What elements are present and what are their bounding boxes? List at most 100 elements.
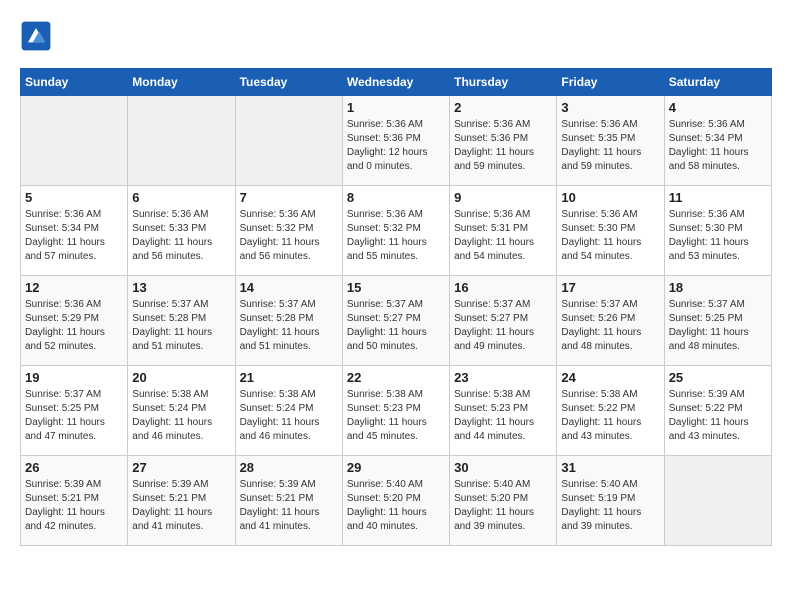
calendar-cell: [664, 456, 771, 546]
day-info: Sunrise: 5:37 AM Sunset: 5:27 PM Dayligh…: [347, 298, 445, 354]
calendar-cell: 8Sunrise: 5:36 AM Sunset: 5:32 PM Daylig…: [342, 186, 449, 276]
day-info: Sunrise: 5:38 AM Sunset: 5:24 PM Dayligh…: [240, 388, 338, 444]
day-info: Sunrise: 5:36 AM Sunset: 5:33 PM Dayligh…: [132, 208, 230, 264]
calendar-cell: 31 Sunrise: 5:40 AM Sunset: 5:19 PM Dayli…: [557, 456, 664, 546]
day-number: 18: [669, 280, 767, 295]
day-info: Sunrise: 5:38 AM Sunset: 5:23 PM Dayligh…: [454, 388, 552, 444]
calendar-cell: 2Sunrise: 5:36 AM Sunset: 5:36 PM Daylig…: [450, 96, 557, 186]
calendar-cell: [21, 96, 128, 186]
calendar-cell: 28 Sunrise: 5:39 AM Sunset: 5:21 PM Dayli…: [235, 456, 342, 546]
header-saturday: Saturday: [664, 69, 771, 96]
day-number: 11: [669, 190, 767, 205]
calendar-cell: 3 Sunrise: 5:36 AM Sunset: 5:35 PM Daylig…: [557, 96, 664, 186]
day-number: 8: [347, 190, 445, 205]
day-info: Sunrise: 5:37 AM Sunset: 5:28 PM Dayligh…: [240, 298, 338, 354]
header-wednesday: Wednesday: [342, 69, 449, 96]
day-info: Sunrise: 5:36 AM Sunset: 5:30 PM Dayligh…: [669, 208, 767, 264]
calendar-cell: 17 Sunrise: 5:37 AM Sunset: 5:26 PM Dayli…: [557, 276, 664, 366]
calendar-cell: [128, 96, 235, 186]
header-thursday: Thursday: [450, 69, 557, 96]
day-number: 7: [240, 190, 338, 205]
day-info: Sunrise: 5:40 AM Sunset: 5:20 PM Dayligh…: [454, 478, 552, 534]
day-number: 25: [669, 370, 767, 385]
calendar-cell: 14 Sunrise: 5:37 AM Sunset: 5:28 PM Dayli…: [235, 276, 342, 366]
calendar-cell: 27 Sunrise: 5:39 AM Sunset: 5:21 PM Dayli…: [128, 456, 235, 546]
day-number: 6: [132, 190, 230, 205]
day-number: 15: [347, 280, 445, 295]
day-number: 28: [240, 460, 338, 475]
day-number: 24: [561, 370, 659, 385]
day-info: Sunrise: 5:39 AM Sunset: 5:21 PM Dayligh…: [25, 478, 123, 534]
day-info: Sunrise: 5:38 AM Sunset: 5:22 PM Dayligh…: [561, 388, 659, 444]
day-number: 2: [454, 100, 552, 115]
day-number: 5: [25, 190, 123, 205]
day-info: Sunrise: 5:36 AM Sunset: 5:34 PM Dayligh…: [669, 118, 767, 174]
day-info: Sunrise: 5:37 AM Sunset: 5:25 PM Dayligh…: [669, 298, 767, 354]
calendar-cell: 20 Sunrise: 5:38 AM Sunset: 5:24 PM Dayli…: [128, 366, 235, 456]
day-number: 29: [347, 460, 445, 475]
day-info: Sunrise: 5:36 AM Sunset: 5:32 PM Dayligh…: [240, 208, 338, 264]
calendar-cell: 1 Sunrise: 5:36 AM Sunset: 5:36 PM Daylig…: [342, 96, 449, 186]
calendar-cell: 5 Sunrise: 5:36 AM Sunset: 5:34 PM Daylig…: [21, 186, 128, 276]
day-info: Sunrise: 5:36 AM Sunset: 5:31 PM Dayligh…: [454, 208, 552, 264]
day-info: Sunrise: 5:37 AM Sunset: 5:28 PM Dayligh…: [132, 298, 230, 354]
calendar-week-1: 1 Sunrise: 5:36 AM Sunset: 5:36 PM Daylig…: [21, 96, 772, 186]
calendar-cell: 24 Sunrise: 5:38 AM Sunset: 5:22 PM Dayli…: [557, 366, 664, 456]
day-number: 23: [454, 370, 552, 385]
calendar-week-3: 12 Sunrise: 5:36 AM Sunset: 5:29 PM Dayli…: [21, 276, 772, 366]
calendar-week-2: 5 Sunrise: 5:36 AM Sunset: 5:34 PM Daylig…: [21, 186, 772, 276]
day-number: 22: [347, 370, 445, 385]
calendar-cell: 29 Sunrise: 5:40 AM Sunset: 5:20 PM Dayli…: [342, 456, 449, 546]
calendar-week-5: 26Sunrise: 5:39 AM Sunset: 5:21 PM Dayli…: [21, 456, 772, 546]
day-number: 19: [25, 370, 123, 385]
day-number: 12: [25, 280, 123, 295]
calendar-cell: 25 Sunrise: 5:39 AM Sunset: 5:22 PM Dayli…: [664, 366, 771, 456]
day-info: Sunrise: 5:37 AM Sunset: 5:26 PM Dayligh…: [561, 298, 659, 354]
logo-icon: [20, 20, 52, 52]
day-info: Sunrise: 5:36 AM Sunset: 5:29 PM Dayligh…: [25, 298, 123, 354]
calendar-cell: 21 Sunrise: 5:38 AM Sunset: 5:24 PM Dayli…: [235, 366, 342, 456]
day-number: 21: [240, 370, 338, 385]
day-info: Sunrise: 5:40 AM Sunset: 5:19 PM Dayligh…: [561, 478, 659, 534]
day-info: Sunrise: 5:39 AM Sunset: 5:21 PM Dayligh…: [240, 478, 338, 534]
day-info: Sunrise: 5:36 AM Sunset: 5:36 PM Dayligh…: [347, 118, 445, 174]
day-number: 1: [347, 100, 445, 115]
calendar-cell: 19Sunrise: 5:37 AM Sunset: 5:25 PM Dayli…: [21, 366, 128, 456]
header-friday: Friday: [557, 69, 664, 96]
calendar-header-row: SundayMondayTuesdayWednesdayThursdayFrid…: [21, 69, 772, 96]
day-number: 27: [132, 460, 230, 475]
calendar-cell: 6 Sunrise: 5:36 AM Sunset: 5:33 PM Daylig…: [128, 186, 235, 276]
calendar-table: SundayMondayTuesdayWednesdayThursdayFrid…: [20, 68, 772, 546]
day-number: 16: [454, 280, 552, 295]
calendar-cell: 30 Sunrise: 5:40 AM Sunset: 5:20 PM Dayli…: [450, 456, 557, 546]
calendar-cell: 12 Sunrise: 5:36 AM Sunset: 5:29 PM Dayli…: [21, 276, 128, 366]
day-info: Sunrise: 5:40 AM Sunset: 5:20 PM Dayligh…: [347, 478, 445, 534]
calendar-cell: [235, 96, 342, 186]
day-number: 10: [561, 190, 659, 205]
day-info: Sunrise: 5:36 AM Sunset: 5:30 PM Dayligh…: [561, 208, 659, 264]
header-sunday: Sunday: [21, 69, 128, 96]
day-info: Sunrise: 5:39 AM Sunset: 5:22 PM Dayligh…: [669, 388, 767, 444]
calendar-cell: 11 Sunrise: 5:36 AM Sunset: 5:30 PM Dayli…: [664, 186, 771, 276]
day-info: Sunrise: 5:38 AM Sunset: 5:24 PM Dayligh…: [132, 388, 230, 444]
day-info: Sunrise: 5:39 AM Sunset: 5:21 PM Dayligh…: [132, 478, 230, 534]
day-number: 20: [132, 370, 230, 385]
calendar-cell: 22Sunrise: 5:38 AM Sunset: 5:23 PM Dayli…: [342, 366, 449, 456]
day-number: 14: [240, 280, 338, 295]
day-info: Sunrise: 5:36 AM Sunset: 5:34 PM Dayligh…: [25, 208, 123, 264]
day-info: Sunrise: 5:37 AM Sunset: 5:27 PM Dayligh…: [454, 298, 552, 354]
day-number: 31: [561, 460, 659, 475]
calendar-cell: 15 Sunrise: 5:37 AM Sunset: 5:27 PM Dayli…: [342, 276, 449, 366]
day-number: 17: [561, 280, 659, 295]
day-number: 3: [561, 100, 659, 115]
header-tuesday: Tuesday: [235, 69, 342, 96]
calendar-cell: 26Sunrise: 5:39 AM Sunset: 5:21 PM Dayli…: [21, 456, 128, 546]
calendar-cell: 9Sunrise: 5:36 AM Sunset: 5:31 PM Daylig…: [450, 186, 557, 276]
calendar-cell: 7 Sunrise: 5:36 AM Sunset: 5:32 PM Daylig…: [235, 186, 342, 276]
calendar-week-4: 19Sunrise: 5:37 AM Sunset: 5:25 PM Dayli…: [21, 366, 772, 456]
day-info: Sunrise: 5:36 AM Sunset: 5:35 PM Dayligh…: [561, 118, 659, 174]
day-number: 4: [669, 100, 767, 115]
calendar-cell: 16 Sunrise: 5:37 AM Sunset: 5:27 PM Dayli…: [450, 276, 557, 366]
day-number: 30: [454, 460, 552, 475]
day-number: 13: [132, 280, 230, 295]
